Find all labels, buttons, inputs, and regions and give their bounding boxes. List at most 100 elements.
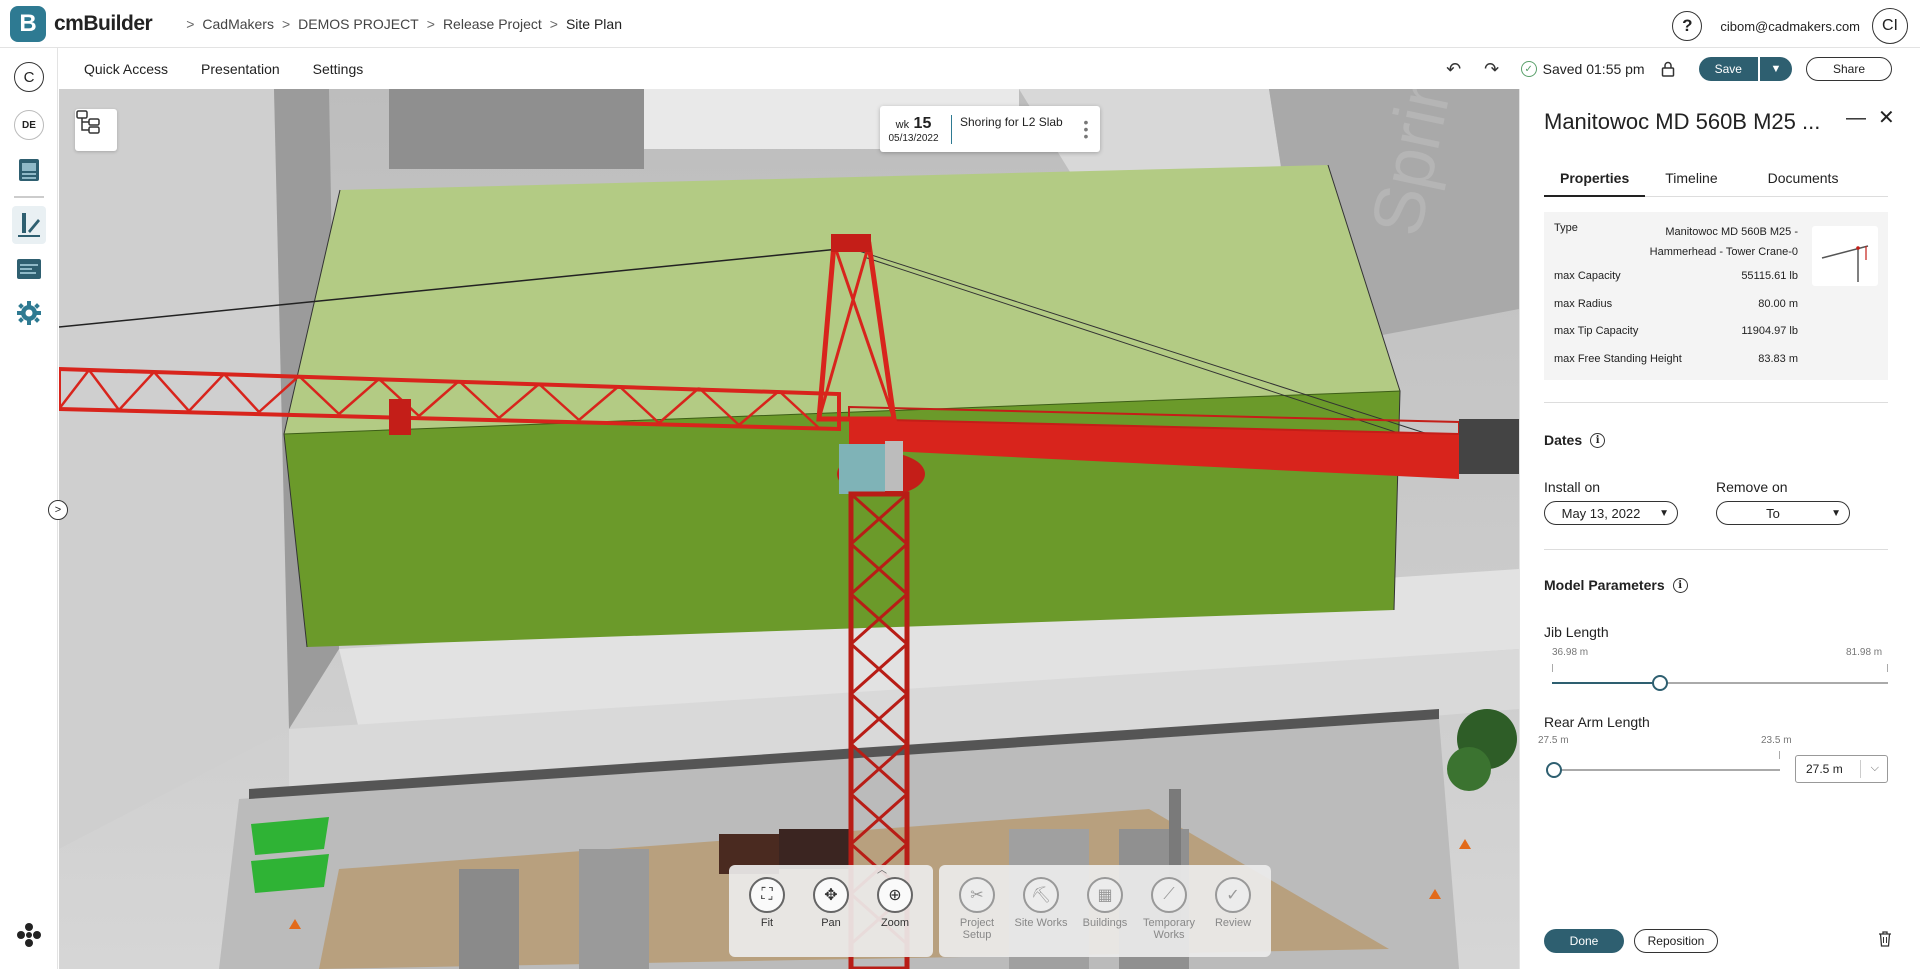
breadcrumb-item-current: Site Plan <box>565 15 622 32</box>
chevron-down-icon: ▼ <box>1770 63 1782 75</box>
menu-presentation[interactable]: Presentation <box>201 61 280 77</box>
menu-quick-access[interactable]: Quick Access <box>84 61 168 77</box>
redo-icon[interactable]: ↷ <box>1477 54 1507 84</box>
property-label: max Free Standing Height <box>1554 353 1682 365</box>
tab-timeline[interactable]: Timeline <box>1649 167 1733 197</box>
3d-viewport[interactable]: Spring wk 15 05/13/2022 Shoring for L2 S… <box>59 89 1519 969</box>
tools-icon: ✂ <box>959 877 995 913</box>
review-label: Review <box>1214 917 1252 929</box>
app-logo[interactable]: B cmBuilder <box>10 5 153 42</box>
temporary-works-mode[interactable]: ⟋ Temporary Works <box>1137 877 1201 945</box>
chevron-right-icon: > <box>54 504 62 516</box>
remove-label: Remove on <box>1716 479 1788 495</box>
value-box-separator <box>1860 760 1861 778</box>
slider-tick <box>1779 751 1780 759</box>
property-label: max Radius <box>1554 298 1613 310</box>
week-date: 05/13/2022 <box>888 132 939 144</box>
breadcrumb-item-project[interactable]: Release Project <box>443 16 542 32</box>
panel-tabs: Properties Timeline Documents <box>1544 167 1888 197</box>
chevron-down-icon: ⌵ <box>1870 762 1879 774</box>
user-area: ? cibom@cadmakers.com CI <box>1672 8 1908 44</box>
caret-down-icon: ▼ <box>1831 508 1841 519</box>
model-params-title: Model Parameters <box>1544 577 1665 593</box>
model-params-section-title: Model Parameters i <box>1544 577 1688 593</box>
property-label: Type <box>1554 222 1578 234</box>
rear-arm-value-select[interactable]: 27.5 m ⌵ <box>1795 755 1888 783</box>
close-icon[interactable]: ✕ <box>1878 105 1895 130</box>
tower-crane-icon <box>1821 245 1869 282</box>
site-works-mode[interactable]: ⛏ Site Works <box>1009 877 1073 945</box>
caret-down-icon: ▼ <box>1659 508 1669 519</box>
schedule-icon[interactable] <box>14 254 44 284</box>
jib-length-min: 36.98 m <box>1552 647 1589 658</box>
help-icon[interactable]: ? <box>1672 11 1703 41</box>
info-icon[interactable]: i <box>1672 577 1688 593</box>
breadcrumb-item-company[interactable]: CadMakers <box>202 16 274 32</box>
breadcrumb: > CadMakers > DEMOS PROJECT > Release Pr… <box>178 16 622 32</box>
top-bar: B cmBuilder > CadMakers > DEMOS PROJECT … <box>0 0 1920 48</box>
rear-arm-thumb[interactable] <box>1546 762 1562 778</box>
zoom-tool[interactable]: ⊕ Zoom <box>863 877 927 945</box>
chevron-right-icon: > <box>281 15 291 32</box>
save-options-button[interactable]: ▼ <box>1759 57 1792 81</box>
minimize-icon[interactable]: — <box>1846 107 1866 130</box>
menu-settings[interactable]: Settings <box>313 61 364 77</box>
fit-label: Fit <box>760 917 774 929</box>
site-plan-icon[interactable] <box>14 210 44 240</box>
buildings-mode[interactable]: ▦ Buildings <box>1073 877 1137 945</box>
company-button[interactable]: C <box>14 62 44 92</box>
model-tree-button[interactable] <box>75 109 117 151</box>
lock-icon[interactable] <box>1653 54 1683 84</box>
menu-bar: Quick Access Presentation Settings ↶ ↷ ✓… <box>59 49 1920 89</box>
trash-icon[interactable] <box>1878 931 1892 952</box>
user-initials-button[interactable]: DE <box>14 110 44 140</box>
schedule-week-card[interactable]: wk 15 05/13/2022 Shoring for L2 Slab • • • <box>880 106 1100 152</box>
chevron-up-icon[interactable]: ︿ <box>877 861 887 876</box>
share-button[interactable]: Share <box>1805 57 1892 81</box>
app-name: cmBuilder <box>54 11 153 35</box>
undo-icon[interactable]: ↶ <box>1439 54 1469 84</box>
rear-arm-length-label: Rear Arm Length <box>1544 714 1650 730</box>
property-value: 80.00 m <box>1758 298 1798 310</box>
rear-arm-min: 27.5 m <box>1538 735 1569 746</box>
pan-tool[interactable]: ✥ Pan <box>799 877 863 945</box>
zoom-label: Zoom <box>880 917 910 929</box>
temporary-works-label: Temporary Works <box>1143 917 1195 941</box>
more-vertical-icon[interactable]: • • • <box>1080 115 1092 143</box>
site-works-label: Site Works <box>1014 917 1068 929</box>
property-value: 83.83 m <box>1758 353 1798 365</box>
project-setup-label: Project Setup <box>959 917 995 941</box>
week-label: wk <box>895 118 910 131</box>
done-button[interactable]: Done <box>1544 929 1624 953</box>
info-icon[interactable]: i <box>1590 432 1606 448</box>
user-email[interactable]: cibom@cadmakers.com <box>1720 19 1860 34</box>
apps-icon[interactable] <box>14 920 44 950</box>
check-icon: ✓ <box>1520 61 1537 77</box>
building-icon: ▦ <box>1087 877 1123 913</box>
property-row: max Free Standing Height 83.83 m <box>1554 353 1798 365</box>
install-date-select[interactable]: May 13, 2022 ▼ <box>1544 501 1678 525</box>
avatar[interactable]: CI <box>1872 8 1908 44</box>
chevron-right-icon: > <box>426 15 435 32</box>
fit-tool[interactable]: ⛶ Fit <box>735 877 799 945</box>
rear-arm-value: 27.5 m <box>1806 762 1843 776</box>
sheets-icon[interactable] <box>14 156 44 186</box>
expand-sidebar-button[interactable]: > <box>48 500 68 520</box>
review-mode[interactable]: ✓ Review <box>1201 877 1265 945</box>
breadcrumb-item-project-group[interactable]: DEMOS PROJECT <box>298 16 419 32</box>
buildings-label: Buildings <box>1082 917 1128 929</box>
document-actions: ↶ ↷ ✓ Saved 01:55 pm Save ▼ Share <box>1431 54 1892 84</box>
chevron-right-icon: > <box>549 15 558 32</box>
tab-documents[interactable]: Documents <box>1752 167 1855 197</box>
property-row: max Tip Capacity 11904.97 lb <box>1554 325 1798 337</box>
remove-date-select[interactable]: To ▼ <box>1716 501 1850 525</box>
reposition-button[interactable]: Reposition <box>1634 929 1718 953</box>
project-setup-mode[interactable]: ✂ Project Setup <box>945 877 1009 945</box>
jib-length-thumb[interactable] <box>1651 675 1668 691</box>
bottom-toolbar: ︿ ⛶ Fit ✥ Pan ⊕ Zoom ✂ Project Setup ⛏ S… <box>729 865 1271 965</box>
zoom-icon: ⊕ <box>877 877 913 913</box>
tab-properties[interactable]: Properties <box>1544 167 1646 197</box>
rear-arm-track[interactable] <box>1554 769 1780 771</box>
save-button[interactable]: Save <box>1698 57 1758 81</box>
gear-icon[interactable] <box>14 298 44 328</box>
